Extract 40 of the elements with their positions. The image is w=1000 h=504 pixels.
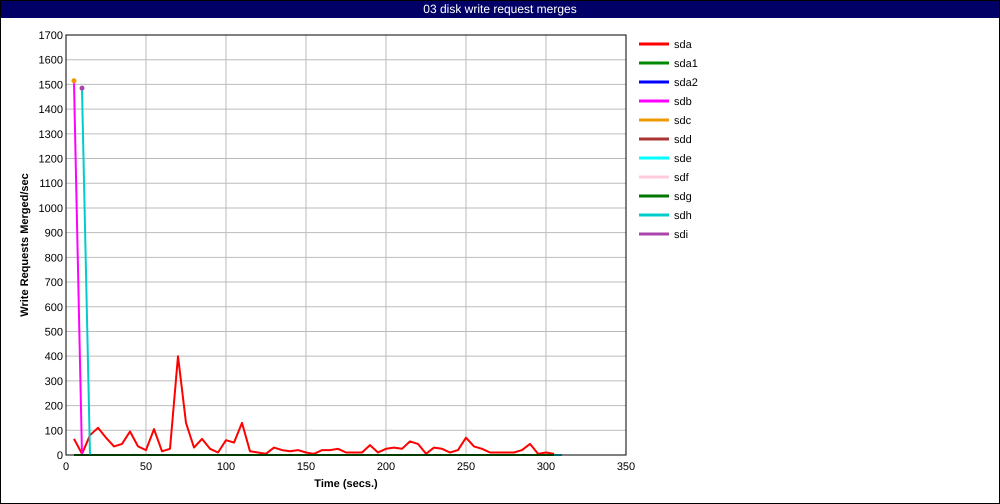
legend-label: sdb — [674, 96, 692, 108]
y-tick-label: 700 — [44, 277, 63, 290]
y-tick-label: 400 — [44, 351, 63, 364]
y-tick-label: 1100 — [39, 178, 63, 190]
x-tick-label: 0 — [62, 461, 70, 473]
legend-label: sdi — [674, 229, 688, 241]
y-tick-label: 800 — [44, 252, 63, 264]
legend-label: sde — [674, 153, 692, 165]
y-tick-label: 1500 — [38, 79, 63, 92]
x-tick-label: 100 — [216, 461, 236, 473]
y-tick-label: 1600 — [38, 54, 63, 67]
legend-label: sda — [674, 39, 692, 51]
y-axis-title: Write Requests Merged/sec — [19, 173, 31, 317]
x-tick-label: 250 — [456, 461, 476, 473]
y-tick-label: 600 — [44, 302, 63, 314]
x-axis-title: Time (secs.) — [314, 478, 378, 490]
y-tick-label: 1400 — [38, 104, 63, 116]
y-tick-label: 500 — [44, 326, 63, 338]
x-tick-label: 200 — [376, 461, 396, 473]
chart-title: 03 disk write request merges — [1, 1, 999, 18]
y-tick-label: 1000 — [38, 202, 63, 215]
legend-label: sdg — [674, 191, 692, 203]
y-tick-label: 900 — [44, 228, 63, 240]
legend-label: sda2 — [674, 77, 698, 89]
legend-label: sdh — [674, 210, 692, 222]
y-tick-label: 100 — [44, 425, 63, 438]
y-tick-label: 1700 — [38, 30, 63, 42]
x-tick-label: 150 — [296, 461, 316, 473]
legend-label: sda1 — [674, 58, 698, 70]
y-tick-label: 0 — [56, 450, 63, 462]
x-tick-label: 300 — [536, 461, 556, 473]
y-tick-label: 300 — [44, 376, 63, 388]
legend-label: sdd — [674, 134, 692, 146]
legend-label: sdf — [674, 172, 689, 184]
y-tick-label: 1300 — [38, 128, 63, 141]
legend-label: sdc — [674, 115, 692, 127]
y-tick-label: 200 — [44, 400, 63, 413]
x-tick-label: 350 — [616, 461, 636, 473]
x-tick-label: 50 — [140, 461, 152, 473]
y-tick-label: 1200 — [38, 154, 63, 166]
